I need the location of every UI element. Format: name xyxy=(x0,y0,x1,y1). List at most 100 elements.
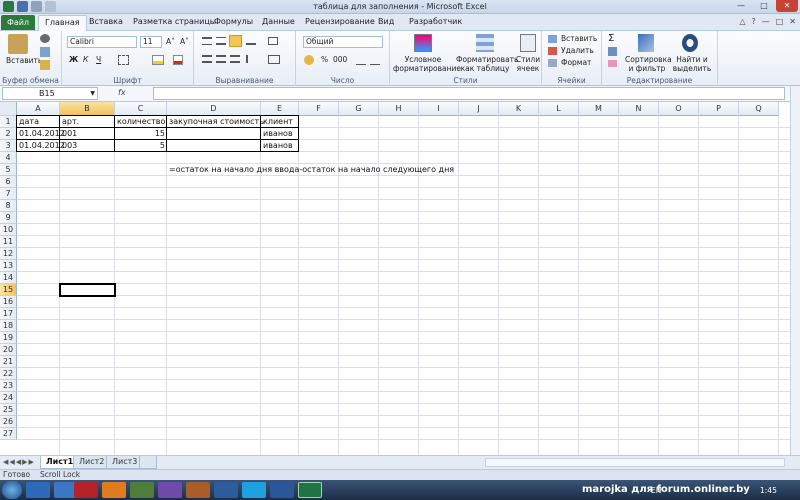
underline-button[interactable]: Ч xyxy=(96,55,101,64)
tab-formulas[interactable]: Формулы xyxy=(214,17,253,26)
italic-button[interactable]: К xyxy=(83,55,88,64)
row-header[interactable]: 12 xyxy=(0,248,17,260)
row-header[interactable]: 25 xyxy=(0,404,17,416)
increase-decimal-icon[interactable] xyxy=(356,55,366,65)
tab-file[interactable]: Файл xyxy=(1,15,35,30)
skype-taskbar-icon[interactable] xyxy=(242,482,266,498)
currency-icon[interactable] xyxy=(304,55,314,65)
row-header[interactable]: 1 xyxy=(0,116,17,128)
fill-icon[interactable] xyxy=(608,47,617,56)
insert-cells-button[interactable]: Вставить xyxy=(561,34,597,43)
language-indicator[interactable]: EN xyxy=(651,486,661,495)
app4-taskbar-icon[interactable] xyxy=(214,482,238,498)
window-minimize-icon[interactable]: — xyxy=(762,17,770,26)
word-taskbar-icon[interactable] xyxy=(270,482,294,498)
row-header[interactable]: 5 xyxy=(0,164,17,176)
row-header[interactable]: 13 xyxy=(0,260,17,272)
tab-review[interactable]: Рецензирование xyxy=(305,17,375,26)
app3-taskbar-icon[interactable] xyxy=(186,482,210,498)
row-header[interactable]: 22 xyxy=(0,368,17,380)
app2-taskbar-icon[interactable] xyxy=(158,482,182,498)
column-header[interactable]: N xyxy=(619,102,659,116)
explorer-taskbar-icon[interactable] xyxy=(26,482,50,498)
decrease-decimal-icon[interactable] xyxy=(370,55,380,65)
column-header[interactable]: I xyxy=(419,102,459,116)
tab-page-layout[interactable]: Разметка страницы xyxy=(133,17,216,26)
copy-icon[interactable] xyxy=(40,47,50,57)
conditional-formatting-button[interactable]: Условное форматирование xyxy=(393,55,461,73)
vertical-scrollbar[interactable] xyxy=(790,86,800,455)
tab-home[interactable]: Главная xyxy=(38,15,87,31)
delete-cells-button[interactable]: Удалить xyxy=(561,46,594,55)
row-header[interactable]: 14 xyxy=(0,272,17,284)
column-header[interactable]: F xyxy=(299,102,339,116)
column-header[interactable]: C xyxy=(115,102,167,116)
cut-icon[interactable] xyxy=(40,34,50,43)
row-header[interactable]: 16 xyxy=(0,296,17,308)
row-header[interactable]: 7 xyxy=(0,188,17,200)
column-header[interactable]: B xyxy=(60,102,115,116)
paste-icon[interactable] xyxy=(8,34,28,54)
maximize-button[interactable]: □ xyxy=(753,0,775,12)
row-header[interactable]: 11 xyxy=(0,236,17,248)
row-header[interactable]: 17 xyxy=(0,308,17,320)
merge-icon[interactable] xyxy=(268,55,280,64)
row-header[interactable]: 18 xyxy=(0,320,17,332)
column-header[interactable]: P xyxy=(699,102,739,116)
start-button[interactable] xyxy=(2,481,22,499)
row-header[interactable]: 21 xyxy=(0,356,17,368)
font-color-icon[interactable] xyxy=(173,55,183,65)
align-middle-icon[interactable] xyxy=(216,37,226,45)
format-painter-icon[interactable] xyxy=(40,60,50,70)
align-right-icon[interactable] xyxy=(230,55,240,63)
sort-filter-button[interactable]: Сортировка и фильтр xyxy=(625,55,672,73)
column-header[interactable]: E xyxy=(261,102,299,116)
column-header[interactable]: H xyxy=(379,102,419,116)
fx-icon[interactable]: fx xyxy=(118,88,126,97)
find-select-button[interactable]: Найти и выделить xyxy=(670,55,714,73)
font-name-select[interactable]: Calibri xyxy=(67,36,137,48)
sheet-tab-2[interactable]: Лист2 xyxy=(73,456,111,469)
column-header[interactable]: L xyxy=(539,102,579,116)
excel-taskbar-icon[interactable] xyxy=(298,482,322,498)
orientation-icon[interactable] xyxy=(246,37,256,45)
conditional-formatting-icon[interactable] xyxy=(414,34,432,52)
row-header[interactable]: 20 xyxy=(0,344,17,356)
format-as-table-button[interactable]: Форматировать как таблицу xyxy=(456,55,518,73)
column-header[interactable]: J xyxy=(459,102,499,116)
align-left-icon[interactable] xyxy=(202,55,212,63)
window-close-icon[interactable]: ✕ xyxy=(789,17,796,26)
row-header[interactable]: 27 xyxy=(0,428,17,440)
minimize-button[interactable]: — xyxy=(730,0,752,12)
firefox-taskbar-icon[interactable] xyxy=(102,482,126,498)
horizontal-scrollbar[interactable] xyxy=(485,458,785,467)
column-header[interactable]: K xyxy=(499,102,539,116)
spreadsheet-grid[interactable]: ABCDEFGHIJKLMNOPQ 1 2 3 4 5 6 7 8 9 10 11 12 13 14 15 1… xyxy=(0,102,790,455)
column-header[interactable]: M xyxy=(579,102,619,116)
percent-button[interactable]: % xyxy=(321,55,328,64)
tab-data[interactable]: Данные xyxy=(262,17,295,26)
column-header[interactable]: G xyxy=(339,102,379,116)
name-box[interactable]: B15 ▼ xyxy=(2,87,98,100)
window-restore-icon[interactable]: □ xyxy=(776,17,784,26)
row-header[interactable]: 4 xyxy=(0,152,17,164)
format-table-icon[interactable] xyxy=(476,34,494,52)
row-header[interactable]: 2 xyxy=(0,128,17,140)
indent-icon[interactable] xyxy=(246,55,256,63)
autosum-icon[interactable]: Σ xyxy=(608,33,614,44)
format-cells-button[interactable]: Формат xyxy=(561,58,591,67)
grow-font-icon[interactable]: A˄ xyxy=(166,37,175,46)
cell-styles-icon[interactable] xyxy=(520,34,536,52)
tab-insert[interactable]: Вставка xyxy=(89,17,123,26)
sheet-nav-arrows[interactable]: ◀◀◀▶▶ xyxy=(3,458,35,466)
borders-icon[interactable] xyxy=(118,55,129,65)
help-icon[interactable]: △ xyxy=(739,17,745,26)
row-header[interactable]: 24 xyxy=(0,392,17,404)
tab-view[interactable]: Вид xyxy=(378,17,394,26)
row-header[interactable]: 15 xyxy=(0,284,17,296)
bold-button[interactable]: Ж xyxy=(69,55,78,64)
sheet-tab-3[interactable]: Лист3 xyxy=(106,456,144,469)
align-top-icon[interactable] xyxy=(202,37,212,45)
row-header[interactable]: 3 xyxy=(0,140,17,152)
opera-taskbar-icon[interactable] xyxy=(74,482,98,498)
